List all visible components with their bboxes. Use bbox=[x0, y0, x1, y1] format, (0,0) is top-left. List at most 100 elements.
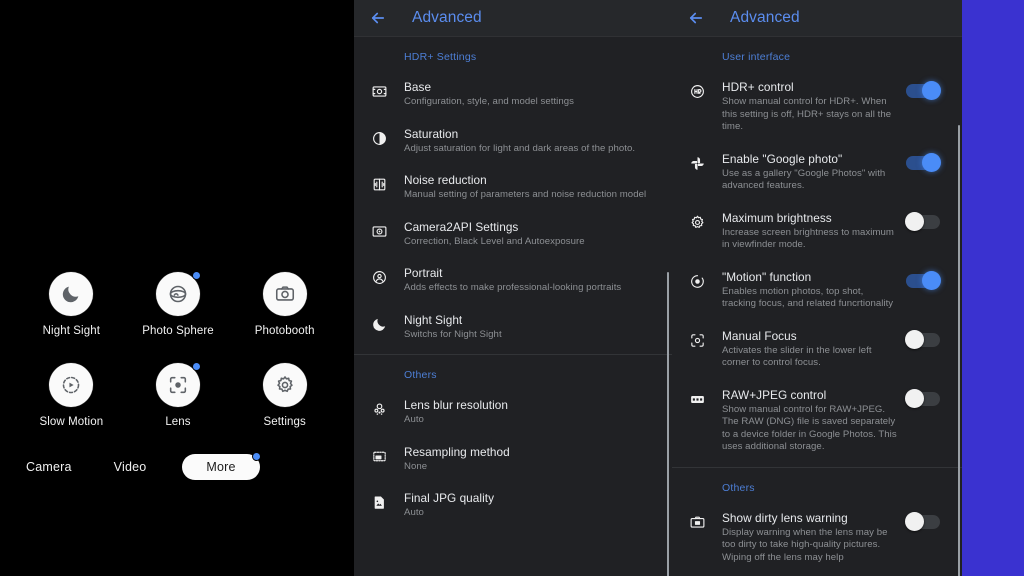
advanced-settings-panel-right: Advanced User interface HDR+ control Show … bbox=[672, 0, 962, 576]
settings-row-title: RAW+JPEG control bbox=[722, 387, 827, 402]
setting-toggle-off[interactable] bbox=[905, 511, 952, 531]
lens-blur-icon bbox=[354, 398, 404, 418]
settings-row-subtitle: Activates the slider in the lower left c… bbox=[722, 344, 872, 369]
camera-mode-tabbar: Camera Video More bbox=[20, 452, 310, 480]
settings-row-title: Maximum brightness bbox=[722, 210, 832, 225]
settings-row-text: Noise reduction Manual setting of paramet… bbox=[404, 173, 662, 202]
settings-row-text: Show dirty lens warning Display warning w… bbox=[722, 511, 906, 565]
settings-row-text: Night Sight Switchs for Night Sight bbox=[404, 313, 662, 342]
camera-mode-night-sight[interactable]: Night Sight bbox=[18, 272, 125, 337]
right-panel-scrollbar[interactable] bbox=[957, 125, 960, 576]
settings-row-title: Noise reduction bbox=[404, 173, 487, 187]
dirty-lens-icon bbox=[672, 511, 722, 531]
settings-row[interactable]: Saturation Adjust saturation for light an… bbox=[354, 118, 672, 165]
gear-icon[interactable] bbox=[262, 363, 307, 407]
camera-mode-lens[interactable]: Lens bbox=[125, 362, 232, 428]
settings-row-subtitle: Show manual control for RAW+JPEG. The RA… bbox=[722, 403, 897, 453]
settings-row-subtitle: Adjust saturation for light and dark are… bbox=[404, 142, 636, 154]
settings-row[interactable]: Night Sight Switchs for Night Sight bbox=[354, 304, 672, 351]
settings-row-title: Resampling method bbox=[404, 444, 510, 459]
contrast-icon bbox=[354, 127, 404, 147]
camera-mode-photo-sphere[interactable]: Photo Sphere bbox=[125, 271, 232, 337]
settings-row[interactable]: "Motion" function Enables motion photos, … bbox=[672, 261, 962, 320]
settings-row-subtitle: Enables motion photos, top shot, trackin… bbox=[722, 285, 894, 310]
section-header: Others bbox=[404, 369, 437, 381]
camera-mode-label: Slow Motion bbox=[39, 416, 104, 428]
settings-row-title: Final JPG quality bbox=[404, 491, 495, 505]
settings-row-title: "Motion" function bbox=[722, 269, 812, 284]
hdr-control-icon bbox=[672, 80, 722, 100]
gear-icon bbox=[672, 211, 722, 231]
back-arrow-icon[interactable] bbox=[684, 6, 708, 30]
settings-row-text: Maximum brightness Increase screen bright… bbox=[722, 211, 906, 252]
jpg-file-icon bbox=[354, 491, 404, 511]
middle-panel-title: Advanced bbox=[412, 9, 482, 26]
settings-row-text: Final JPG quality Auto bbox=[404, 491, 662, 520]
camera-tab-label: Video bbox=[113, 460, 147, 474]
settings-row-title: Show dirty lens warning bbox=[722, 510, 848, 525]
settings-row-subtitle: Correction, Black Level and Autoexposure bbox=[404, 235, 585, 247]
camera-mode-label: Photo Sphere bbox=[142, 325, 214, 337]
setting-toggle-on[interactable] bbox=[906, 270, 952, 290]
camera-mode-label: Photobooth bbox=[254, 325, 315, 337]
settings-row[interactable]: Portrait Adds effects to make professiona… bbox=[354, 257, 672, 304]
camera-mode-grid: Night Sight Photo Sphere Photobooth Slow Mo… bbox=[18, 271, 338, 428]
settings-row-text: HDR+ control Show manual control for HDR+… bbox=[722, 80, 906, 134]
settings-row-text: Portrait Adds effects to make professiona… bbox=[404, 266, 662, 295]
camera-mode-photobooth[interactable]: Photobooth bbox=[231, 272, 338, 337]
settings-row[interactable]: RAW+JPEG control Show manual control for … bbox=[672, 379, 962, 463]
google-photos-icon bbox=[672, 152, 722, 172]
camera-more-modes-panel: Night Sight Photo Sphere Photobooth Slow Mo… bbox=[0, 0, 354, 576]
camera-base-icon bbox=[354, 80, 404, 100]
middle-panel-scrollbar[interactable] bbox=[666, 272, 669, 576]
setting-toggle-on[interactable] bbox=[906, 80, 952, 100]
setting-toggle-off[interactable] bbox=[905, 211, 952, 231]
camera-mode-settings[interactable]: Settings bbox=[231, 363, 338, 428]
settings-row-subtitle: Display warning when the lens may be too… bbox=[722, 526, 888, 563]
camera-tab-label: More bbox=[206, 460, 236, 474]
settings-row-subtitle: Manual setting of parameters and noise r… bbox=[404, 189, 647, 200]
new-badge-dot bbox=[191, 271, 201, 280]
manual-focus-icon bbox=[672, 329, 722, 349]
portrait-icon bbox=[354, 266, 404, 286]
settings-row[interactable]: Base Configuration, style, and model sett… bbox=[354, 71, 672, 118]
settings-row[interactable]: Lens blur resolution Auto bbox=[354, 389, 672, 436]
settings-row-subtitle: Auto bbox=[404, 414, 424, 425]
slow-motion-icon[interactable] bbox=[49, 363, 94, 407]
settings-row[interactable]: Final JPG quality Auto bbox=[354, 482, 672, 529]
background-edge-strip bbox=[962, 0, 1024, 576]
lens-icon[interactable] bbox=[155, 362, 201, 407]
settings-row[interactable]: Maximum brightness Increase screen bright… bbox=[672, 202, 962, 261]
section-header: User interface bbox=[722, 51, 791, 63]
section-header: HDR+ Settings bbox=[404, 51, 477, 63]
settings-row-subtitle: Adds effects to make professional-lookin… bbox=[404, 282, 622, 293]
camera-tab-video[interactable]: Video bbox=[108, 456, 153, 478]
settings-row[interactable]: Enable "Google photo" Use as a gallery "G… bbox=[672, 143, 962, 202]
settings-row[interactable]: HDR+ control Show manual control for HDR+… bbox=[672, 71, 962, 143]
right-panel-title: Advanced bbox=[730, 9, 800, 26]
settings-row[interactable]: Show dirty lens warning Display warning w… bbox=[672, 502, 962, 574]
settings-row-title: Lens blur resolution bbox=[404, 398, 508, 412]
new-badge-dot bbox=[191, 362, 201, 371]
section-header: Others bbox=[722, 481, 755, 494]
settings-row[interactable]: Camera2API Settings Correction, Black Lev… bbox=[354, 211, 672, 258]
photo-sphere-icon[interactable] bbox=[155, 271, 201, 316]
settings-row[interactable]: Manual Focus Activates the slider in the … bbox=[672, 320, 962, 379]
right-panel-body[interactable]: User interface HDR+ control Show manual co… bbox=[672, 37, 962, 576]
setting-toggle-on[interactable] bbox=[906, 152, 952, 172]
settings-row-text: "Motion" function Enables motion photos, … bbox=[722, 270, 906, 311]
settings-row-subtitle: Auto bbox=[404, 507, 424, 518]
middle-panel-body[interactable]: HDR+ Settings Base Configuration, style, a… bbox=[354, 37, 672, 576]
settings-row-subtitle: Increase screen brightness to maximum in… bbox=[722, 226, 894, 251]
camera-tab-more[interactable]: More bbox=[182, 452, 261, 480]
settings-row-title: Base bbox=[404, 80, 432, 94]
setting-toggle-off[interactable] bbox=[905, 329, 952, 349]
back-arrow-icon[interactable] bbox=[366, 6, 390, 30]
camera-tab-camera[interactable]: Camera bbox=[20, 456, 78, 478]
camera-icon[interactable] bbox=[262, 272, 307, 316]
settings-row[interactable]: Noise reduction Manual setting of paramet… bbox=[354, 164, 672, 211]
setting-toggle-off[interactable] bbox=[905, 388, 952, 408]
camera-mode-slow-motion[interactable]: Slow Motion bbox=[18, 363, 125, 428]
settings-row[interactable]: Resampling method None bbox=[354, 436, 672, 483]
moon-icon[interactable] bbox=[49, 272, 94, 316]
